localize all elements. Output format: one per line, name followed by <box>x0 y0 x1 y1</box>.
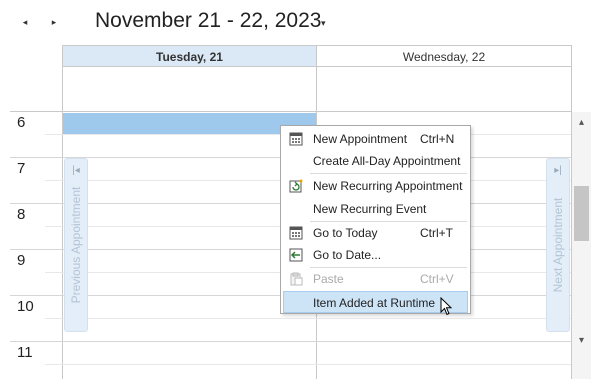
scroll-down-icon[interactable]: ▾ <box>572 332 591 350</box>
menu-item-label: Go to Today <box>313 226 378 240</box>
all-day-area-divider <box>10 111 571 112</box>
menu-item-new-appointment[interactable]: New Appointment Ctrl+N <box>283 128 468 150</box>
previous-appointment-label: Previous Appointment <box>69 186 83 304</box>
menu-item-label: New Recurring Event <box>313 202 427 216</box>
menu-item-shortcut: Ctrl+N <box>420 132 455 146</box>
menu-item-go-to-date[interactable]: Go to Date... <box>283 244 468 266</box>
next-appointment-label: Next Appointment <box>551 197 565 293</box>
hour-label-6: 6 <box>17 114 26 131</box>
selected-time-slot[interactable] <box>63 113 316 134</box>
date-range-dropdown-icon[interactable]: ▾ <box>321 14 326 32</box>
menu-item-label: Paste <box>313 272 344 286</box>
hour-label-10: 10 <box>17 298 34 315</box>
date-range-title: November 21 - 22, 2023 <box>95 9 322 32</box>
calendar-grid-icon <box>289 132 303 146</box>
paste-icon <box>290 272 303 286</box>
hour-label-9: 9 <box>17 252 26 269</box>
next-period-button[interactable]: ▸ <box>47 13 61 31</box>
next-appointment-tab[interactable]: ▸| Next Appointment <box>546 158 570 332</box>
menu-item-new-recurring-event[interactable]: New Recurring Event <box>283 198 468 220</box>
half-hour-line <box>45 364 571 365</box>
hour-label-8: 8 <box>17 206 26 223</box>
menu-item-shortcut: Ctrl+T <box>420 226 453 240</box>
next-appointment-arrow-icon: ▸| <box>554 165 562 176</box>
menu-item-paste[interactable]: Paste Ctrl+V <box>283 268 468 290</box>
menu-separator <box>310 173 467 174</box>
half-hour-line <box>45 318 571 319</box>
day-header-wednesday[interactable]: Wednesday, 22 <box>317 45 571 67</box>
goto-date-icon <box>289 248 303 262</box>
menu-item-label: Create All-Day Appointment <box>313 154 461 168</box>
previous-period-button[interactable]: ◂ <box>18 13 32 31</box>
calendar-today-icon <box>289 226 303 240</box>
recurrence-icon <box>289 179 303 193</box>
previous-appointment-tab[interactable]: |◂ Previous Appointment <box>64 158 88 332</box>
hour-line <box>10 341 571 342</box>
menu-item-create-all-day-appointment[interactable]: Create All-Day Appointment <box>283 150 468 172</box>
mouse-pointer-icon <box>440 297 453 316</box>
menu-item-label: New Recurring Appointment <box>313 179 463 193</box>
menu-item-new-recurring-appointment[interactable]: New Recurring Appointment <box>283 175 468 197</box>
menu-item-label: New Appointment <box>313 132 408 146</box>
menu-item-go-to-today[interactable]: Go to Today Ctrl+T <box>283 222 468 244</box>
previous-appointment-arrow-icon: |◂ <box>72 165 80 176</box>
context-menu: New Appointment Ctrl+N Create All-Day Ap… <box>280 125 471 314</box>
menu-item-label: Item Added at Runtime <box>313 296 436 310</box>
vertical-scrollbar[interactable]: ▴ ▾ <box>572 112 591 379</box>
scroll-up-icon[interactable]: ▴ <box>572 114 591 132</box>
day-header-tuesday[interactable]: Tuesday, 21 <box>63 45 316 67</box>
hour-label-11: 11 <box>17 344 33 361</box>
menu-item-label: Go to Date... <box>313 248 382 262</box>
hour-label-7: 7 <box>17 160 26 177</box>
menu-item-shortcut: Ctrl+V <box>420 272 454 286</box>
scroll-thumb[interactable] <box>574 186 589 241</box>
